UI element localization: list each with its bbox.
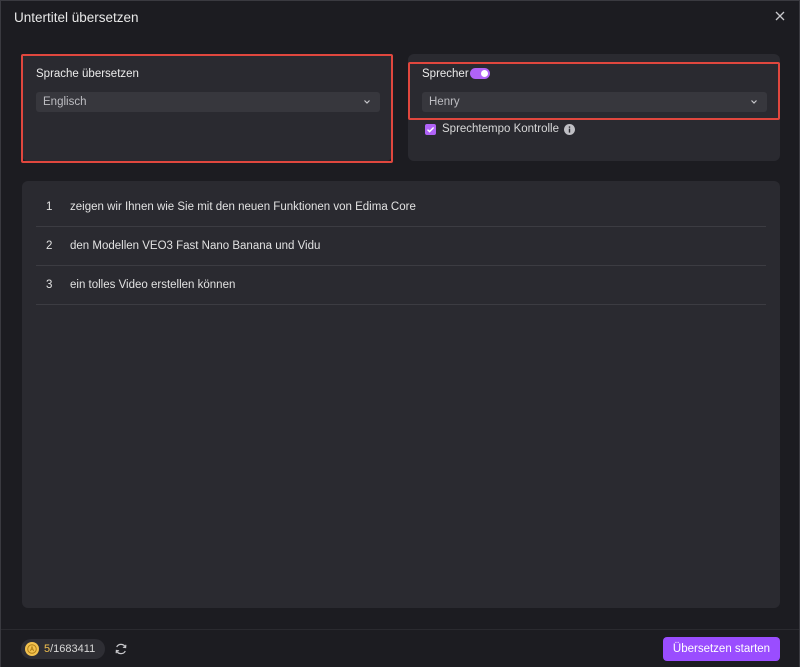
subtitle-row[interactable]: 2 den Modellen VEO3 Fast Nano Banana und… (36, 227, 766, 266)
subtitle-text: zeigen wir Ihnen wie Sie mit den neuen F… (70, 201, 416, 213)
subtitle-text: ein tolles Video erstellen können (70, 279, 236, 291)
subtitle-row[interactable]: 1 zeigen wir Ihnen wie Sie mit den neuen… (36, 188, 766, 227)
speed-control-checkbox[interactable] (425, 124, 436, 135)
speaker-select[interactable]: Henry (422, 92, 767, 112)
speaker-toggle[interactable] (470, 68, 490, 79)
refresh-icon[interactable] (114, 642, 128, 656)
start-translation-button[interactable]: Übersetzen starten (663, 637, 780, 661)
subtitle-row[interactable]: 3 ein tolles Video erstellen können (36, 266, 766, 305)
subtitle-index: 1 (46, 201, 53, 213)
toggle-knob (481, 70, 488, 77)
speed-control-label: Sprechtempo Kontrolle (442, 123, 559, 135)
subtitle-index: 2 (46, 240, 53, 252)
title-bar: Untertitel übersetzen (1, 1, 799, 33)
chevron-down-icon (750, 98, 758, 106)
subtitle-index: 3 (46, 279, 53, 291)
subtitle-text: den Modellen VEO3 Fast Nano Banana und V… (70, 240, 321, 252)
speaker-label: Sprecher (422, 68, 469, 80)
credits-total: /1683411 (50, 643, 96, 655)
language-selected-value: Englisch (43, 96, 87, 108)
language-label: Sprache übersetzen (36, 68, 139, 80)
translate-subtitles-dialog: Untertitel übersetzen Sprache übersetzen… (0, 0, 800, 667)
dialog-title: Untertitel übersetzen (14, 9, 139, 25)
info-icon[interactable] (564, 124, 575, 135)
close-icon[interactable] (773, 9, 787, 23)
coin-icon (25, 642, 39, 656)
chevron-down-icon (363, 98, 371, 106)
speaker-selected-value: Henry (429, 96, 460, 108)
credits-badge: 5/1683411 (21, 639, 105, 659)
language-select[interactable]: Englisch (36, 92, 380, 112)
